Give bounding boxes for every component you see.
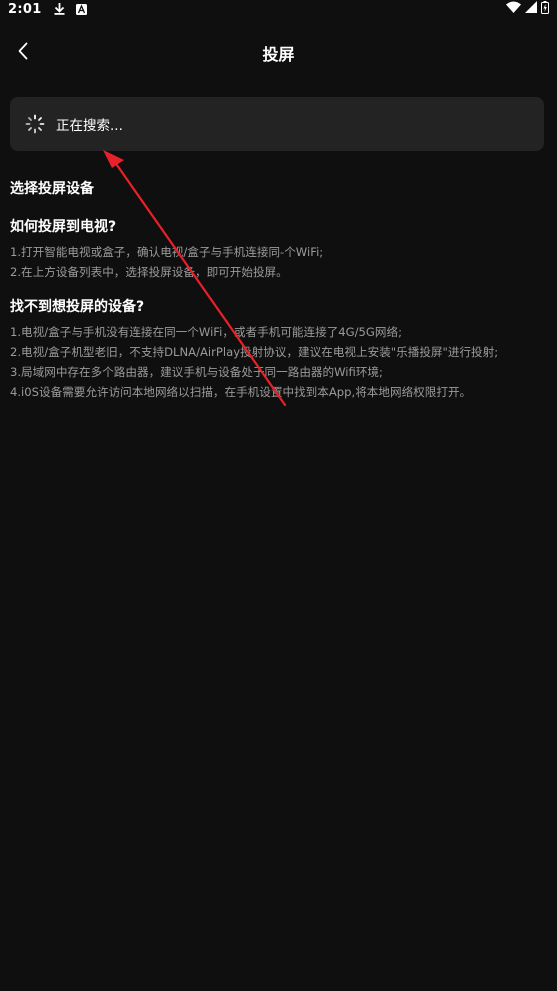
status-time: 2:01: [8, 1, 42, 17]
signal-icon: [525, 1, 537, 17]
back-button[interactable]: [6, 36, 40, 70]
chevron-left-icon: [17, 42, 29, 64]
page-title: 投屏: [262, 45, 295, 64]
help-line: 1.电视/盒子与手机没有连接在同一个WiFi，或者手机可能连接了4G/5G网络;: [10, 325, 403, 339]
screen: 2:01 投屏 正在搜索... 选择投屏设备 如何投屏到电视? 1.打开智能电视…: [0, 0, 557, 991]
help-line: 2.电视/盒子机型老旧，不支持DLNA/AirPlay投射协议，建议在电视上安装…: [10, 345, 499, 359]
help-line: 2.在上方设备列表中，选择投屏设备，即可开始投屏。: [10, 265, 288, 279]
help-line: 1.打开智能电视或盒子，确认电视/盒子与手机连接同-个WiFi;: [10, 245, 324, 259]
help-block-troubleshoot: 找不到想投屏的设备? 1.电视/盒子与手机没有连接在同一个WiFi，或者手机可能…: [10, 296, 550, 402]
search-status-text: 正在搜索...: [56, 118, 123, 134]
help-title: 如何投屏到电视?: [10, 219, 117, 235]
help-line: 3.局域网中存在多个路由器，建议手机与设备处于同一路由器的Wifi环境;: [10, 365, 383, 379]
font-a-icon: [75, 3, 87, 15]
device-list-title: 选择投屏设备: [10, 181, 94, 197]
device-search-card: 正在搜索...: [10, 97, 544, 151]
status-bar: 2:01: [0, 0, 557, 18]
help-title: 找不到想投屏的设备?: [10, 299, 145, 315]
status-right: [506, 0, 549, 18]
battery-icon: [541, 0, 549, 18]
app-header: 投屏: [0, 30, 557, 76]
main-content: 选择投屏设备 如何投屏到电视? 1.打开智能电视或盒子，确认电视/盒子与手机连接…: [10, 178, 550, 416]
help-line: 4.i0S设备需要允许访问本地网络以扫描，在手机设置中找到本App,将本地网络权…: [10, 385, 472, 399]
wifi-icon: [506, 1, 521, 17]
help-block-how: 如何投屏到电视? 1.打开智能电视或盒子，确认电视/盒子与手机连接同-个WiFi…: [10, 216, 550, 282]
download-icon: [54, 3, 65, 15]
loading-spinner-icon: [25, 114, 45, 134]
